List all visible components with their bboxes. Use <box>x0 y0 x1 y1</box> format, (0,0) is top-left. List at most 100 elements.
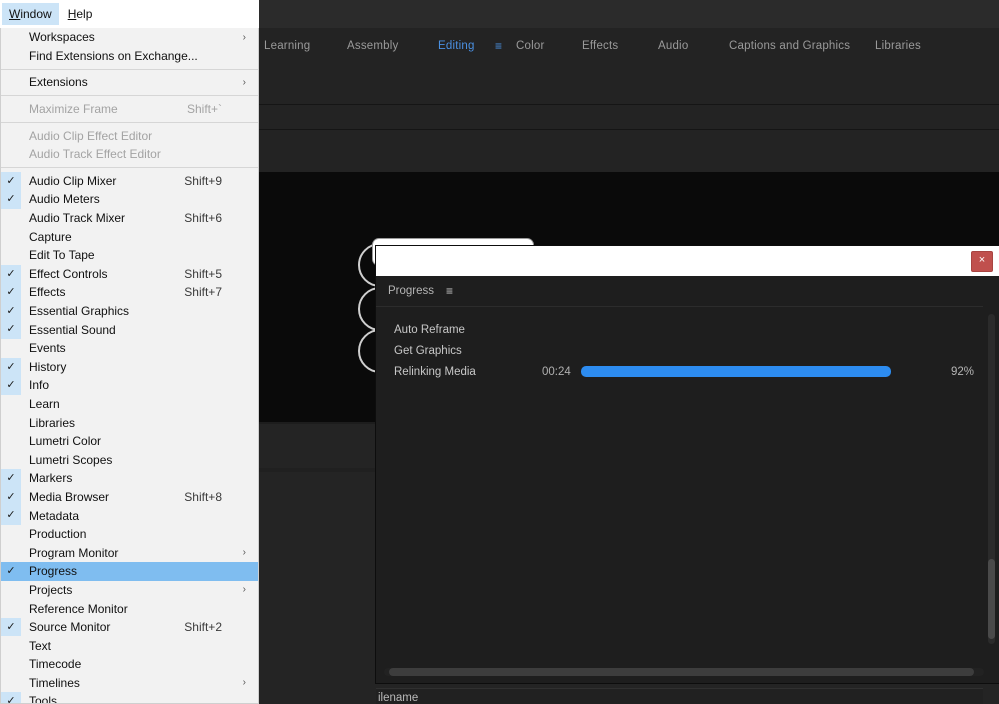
checkmark-slot <box>1 674 21 693</box>
checkmark-icon: ✓ <box>1 358 21 377</box>
workspace-tab-effects[interactable]: Effects <box>580 40 620 52</box>
menu-item-history[interactable]: ✓History <box>1 358 258 377</box>
checkmark-slot <box>1 525 21 544</box>
checkmark-icon: ✓ <box>1 506 21 525</box>
menu-item-reference-monitor[interactable]: Reference Monitor <box>1 599 258 618</box>
menu-item-learn[interactable]: Learn <box>1 395 258 414</box>
menu-item-label: Media Browser <box>29 490 109 504</box>
vertical-scrollbar-thumb[interactable] <box>988 559 995 639</box>
progress-task-row[interactable]: Relinking Media00:2492% <box>376 361 983 382</box>
chevron-right-icon: › <box>243 547 246 558</box>
menu-item-capture[interactable]: Capture <box>1 227 258 246</box>
menu-item-lumetri-color[interactable]: Lumetri Color <box>1 432 258 451</box>
menu-item-projects[interactable]: Projects› <box>1 581 258 600</box>
menu-item-timecode[interactable]: Timecode <box>1 655 258 674</box>
menu-item-label: Audio Clip Mixer <box>29 174 116 188</box>
checkmark-icon: ✓ <box>1 190 21 209</box>
menu-item-edit-to-tape[interactable]: Edit To Tape <box>1 246 258 265</box>
menu-item-workspaces[interactable]: Workspaces› <box>1 28 258 47</box>
checkmark-icon: ✓ <box>1 320 21 339</box>
menu-item-find-extensions-on-exchange[interactable]: Find Extensions on Exchange... <box>1 47 258 66</box>
checkmark-icon: ✓ <box>1 488 21 507</box>
workspace-tab-libraries[interactable]: Libraries <box>873 40 923 52</box>
menu-item-label: Timelines <box>29 676 80 690</box>
workspace-tab-audio[interactable]: Audio <box>656 40 690 52</box>
workspace-menu-icon[interactable]: ≡ <box>495 39 502 53</box>
menubar-item-window[interactable]: Window <box>2 3 59 25</box>
dialog-title-bar[interactable]: × <box>376 246 999 276</box>
task-progress-bar <box>581 366 918 377</box>
menu-item-label: Essential Sound <box>29 323 116 337</box>
menu-item-timelines[interactable]: Timelines › <box>1 674 258 693</box>
task-list: Auto Reframe Get Graphics Relinking Media 0… <box>376 319 983 382</box>
task-progress-fill <box>581 366 891 377</box>
workspace-tab-assembly[interactable]: Assembly <box>345 40 400 52</box>
menu-item-label: Timecode <box>29 657 81 671</box>
horizontal-scrollbar[interactable] <box>384 668 984 676</box>
checkmark-slot <box>1 450 21 469</box>
vertical-scrollbar[interactable] <box>988 314 995 644</box>
menu-item-effect-controls[interactable]: ✓Effect ControlsShift+5 <box>1 265 258 284</box>
progress-task-row[interactable]: Get Graphics <box>376 340 983 361</box>
menu-item-shortcut: Shift+5 <box>184 267 222 281</box>
checkmark-icon: ✓ <box>1 692 21 704</box>
checkmark-slot <box>1 227 21 246</box>
chevron-right-icon: › <box>243 677 246 688</box>
workspace-tab-learning[interactable]: Learning <box>262 40 312 52</box>
menu-item-media-browser[interactable]: ✓ Media Browser Shift+8 <box>1 488 258 507</box>
menu-item-text[interactable]: Text <box>1 636 258 655</box>
horizontal-scrollbar-thumb[interactable] <box>389 668 974 676</box>
menu-item-essential-sound[interactable]: ✓ Essential Sound <box>1 320 258 339</box>
close-icon[interactable]: × <box>971 251 993 272</box>
menu-item-lumetri-scopes[interactable]: Lumetri Scopes <box>1 450 258 469</box>
checkmark-slot <box>1 73 21 92</box>
task-elapsed-time: 00:24 <box>542 366 571 378</box>
menu-item-label: Tools <box>29 694 57 704</box>
panel-menu-icon[interactable]: ≡ <box>446 284 453 298</box>
menu-item-tools[interactable]: ✓ Tools <box>1 692 258 704</box>
menu-item-metadata[interactable]: ✓Metadata <box>1 506 258 525</box>
menu-item-label: Effect Controls <box>29 267 107 281</box>
menu-item-audio-clip-mixer[interactable]: ✓Audio Clip MixerShift+9 <box>1 172 258 191</box>
menu-item-label: Capture <box>29 230 72 244</box>
menu-item-markers[interactable]: ✓Markers <box>1 469 258 488</box>
menu-item-production[interactable]: Production <box>1 525 258 544</box>
checkmark-slot <box>1 636 21 655</box>
menu-item-source-monitor[interactable]: ✓Source MonitorShift+2 <box>1 618 258 637</box>
menu-item-label: Lumetri Scopes <box>29 453 112 467</box>
checkmark-slot <box>1 28 21 47</box>
progress-panel-title: Progress <box>388 285 434 297</box>
checkmark-slot <box>1 543 21 562</box>
menu-item-info[interactable]: ✓Info <box>1 376 258 395</box>
task-name: Auto Reframe <box>394 324 465 336</box>
checkmark-icon: ✓ <box>1 562 21 581</box>
workspace-tab-color[interactable]: Color <box>514 40 546 52</box>
progress-task-row[interactable]: Auto Reframe <box>376 319 983 340</box>
checkmark-slot <box>1 655 21 674</box>
menu-item-libraries[interactable]: Libraries <box>1 413 258 432</box>
checkmark-slot <box>1 246 21 265</box>
menu-item-shortcut: Shift+8 <box>184 490 222 504</box>
checkmark-slot <box>1 209 21 228</box>
menu-item-effects[interactable]: ✓EffectsShift+7 <box>1 283 258 302</box>
menu-item-extensions[interactable]: Extensions› <box>1 73 258 92</box>
menu-item-progress[interactable]: ✓Progress <box>1 562 258 581</box>
menu-item-label: Program Monitor <box>29 546 118 560</box>
menu-item-shortcut: Shift+6 <box>184 211 222 225</box>
menu-item-events[interactable]: Events <box>1 339 258 358</box>
workspace-tab-captions-and-graphics[interactable]: Captions and Graphics <box>727 40 852 52</box>
menu-item-program-monitor[interactable]: Program Monitor › <box>1 543 258 562</box>
task-name: Relinking Media <box>394 366 476 378</box>
menubar-item-help[interactable]: Help <box>61 3 100 25</box>
menu-item-audio-track-mixer[interactable]: Audio Track MixerShift+6 <box>1 209 258 228</box>
checkmark-slot <box>1 599 21 618</box>
menu-item-shortcut: Shift+` <box>187 102 222 116</box>
menu-item-essential-graphics[interactable]: ✓Essential Graphics <box>1 302 258 321</box>
workspace-tab-editing[interactable]: Editing <box>436 40 477 52</box>
chevron-right-icon: › <box>243 77 246 88</box>
menu-separator <box>1 95 258 96</box>
menu-item-label: Find Extensions on Exchange... <box>29 49 198 63</box>
menu-item-label: Workspaces <box>29 30 95 44</box>
menu-item-audio-meters[interactable]: ✓Audio Meters <box>1 190 258 209</box>
checkmark-slot <box>1 100 21 119</box>
